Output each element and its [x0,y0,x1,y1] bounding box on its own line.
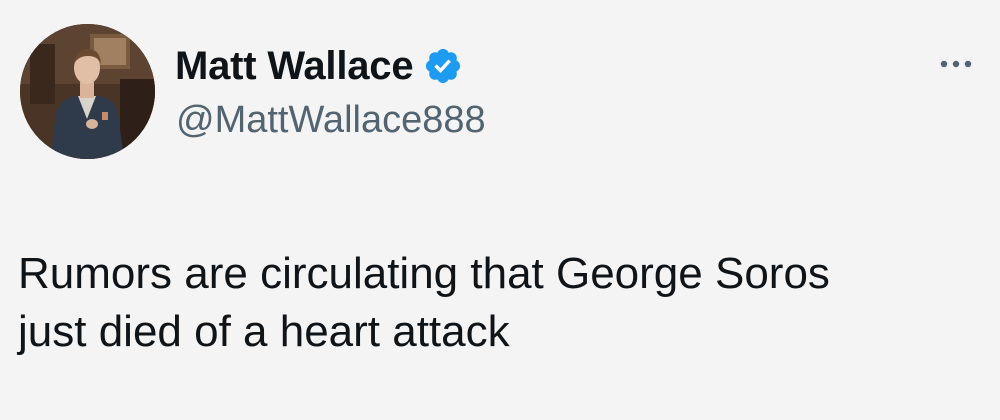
author-handle[interactable]: @MattWallace888 [176,95,486,145]
avatar-image [20,24,155,159]
tweet-card: Matt Wallace @MattWallace888 Rumors are … [0,0,1000,420]
avatar[interactable] [20,24,155,159]
author-name-row: Matt Wallace [175,40,463,92]
author-display-name[interactable]: Matt Wallace [175,40,414,92]
verified-badge-icon [423,46,463,86]
tweet-text: Rumors are circulating that George Soros… [18,249,830,356]
more-options-button[interactable] [934,44,978,84]
more-options-icon [940,60,972,68]
